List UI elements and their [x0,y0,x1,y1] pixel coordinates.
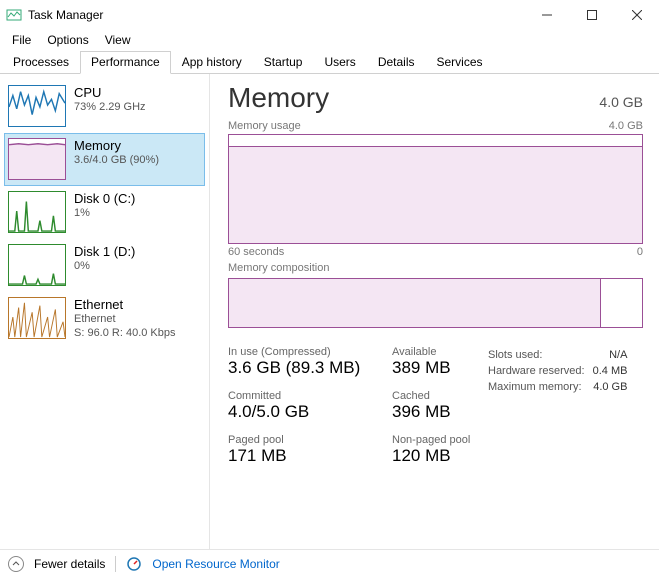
cached-label: Cached [392,390,482,402]
disk0-sub: 1% [74,207,135,221]
tab-users[interactable]: Users [313,51,366,74]
maximize-button[interactable] [569,0,614,30]
committed-label: Committed [228,390,388,402]
hw-reserved-label: Hardware reserved: [488,364,591,378]
inuse-label: In use (Compressed) [228,346,388,358]
footer-divider [115,556,116,572]
tab-performance[interactable]: Performance [80,51,171,74]
max-memory-value: 4.0 GB [593,380,634,394]
cached-value: 396 MB [392,402,482,422]
window-title: Task Manager [28,8,103,22]
minimize-button[interactable] [524,0,569,30]
usage-max: 4.0 GB [609,120,643,132]
slots-used-value: N/A [593,348,634,362]
memory-title: Memory [74,138,159,154]
available-label: Available [392,346,482,358]
composition-label: Memory composition [228,262,329,274]
cpu-sparkline-icon [8,85,66,127]
main-heading: Memory [228,82,329,114]
cpu-title: CPU [74,85,146,101]
ethernet-sparkline-icon [8,297,66,339]
paged-value: 171 MB [228,446,388,466]
capacity-value: 4.0 GB [599,94,643,110]
memory-composition-chart [228,278,643,328]
nonpaged-value: 120 MB [392,446,482,466]
max-memory-label: Maximum memory: [488,380,591,394]
disk1-title: Disk 1 (D:) [74,244,135,260]
menu-file[interactable]: File [4,31,39,49]
close-button[interactable] [614,0,659,30]
chevron-up-icon[interactable] [8,556,24,572]
sidebar-item-cpu[interactable]: CPU73% 2.29 GHz [4,80,205,133]
axis-right: 0 [637,246,643,258]
tab-details[interactable]: Details [367,51,426,74]
sidebar: CPU73% 2.29 GHz Memory3.6/4.0 GB (90%) D… [0,74,210,549]
tab-startup[interactable]: Startup [253,51,314,74]
inuse-value: 3.6 GB (89.3 MB) [228,358,388,378]
tab-app-history[interactable]: App history [171,51,253,74]
memory-sub: 3.6/4.0 GB (90%) [74,154,159,168]
fewer-details-link[interactable]: Fewer details [34,557,105,571]
available-value: 389 MB [392,358,482,378]
slots-used-label: Slots used: [488,348,591,362]
open-resource-monitor-link[interactable]: Open Resource Monitor [152,557,279,571]
eth-sub2: S: 96.0 R: 40.0 Kbps [74,327,176,341]
eth-title: Ethernet [74,297,176,313]
committed-value: 4.0/5.0 GB [228,402,388,422]
axis-left: 60 seconds [228,246,284,258]
paged-label: Paged pool [228,434,388,446]
menu-view[interactable]: View [97,31,139,49]
disk0-title: Disk 0 (C:) [74,191,135,207]
hw-reserved-value: 0.4 MB [593,364,634,378]
usage-label: Memory usage [228,120,301,132]
disk0-sparkline-icon [8,191,66,233]
sidebar-item-disk0[interactable]: Disk 0 (C:)1% [4,186,205,239]
tab-processes[interactable]: Processes [2,51,80,74]
sidebar-item-disk1[interactable]: Disk 1 (D:)0% [4,239,205,292]
resource-monitor-icon [126,556,142,572]
memory-sparkline-icon [8,138,66,180]
menu-options[interactable]: Options [39,31,96,49]
memory-usage-chart [228,134,643,244]
main-panel: Memory 4.0 GB Memory usage 4.0 GB 60 sec… [210,74,659,549]
sidebar-item-ethernet[interactable]: EthernetEthernetS: 96.0 R: 40.0 Kbps [4,292,205,347]
sidebar-item-memory[interactable]: Memory3.6/4.0 GB (90%) [4,133,205,186]
tab-services[interactable]: Services [426,51,494,74]
eth-sub: Ethernet [74,313,176,327]
app-icon [6,7,22,23]
cpu-sub: 73% 2.29 GHz [74,101,146,115]
nonpaged-label: Non-paged pool [392,434,482,446]
disk1-sub: 0% [74,260,135,274]
disk1-sparkline-icon [8,244,66,286]
